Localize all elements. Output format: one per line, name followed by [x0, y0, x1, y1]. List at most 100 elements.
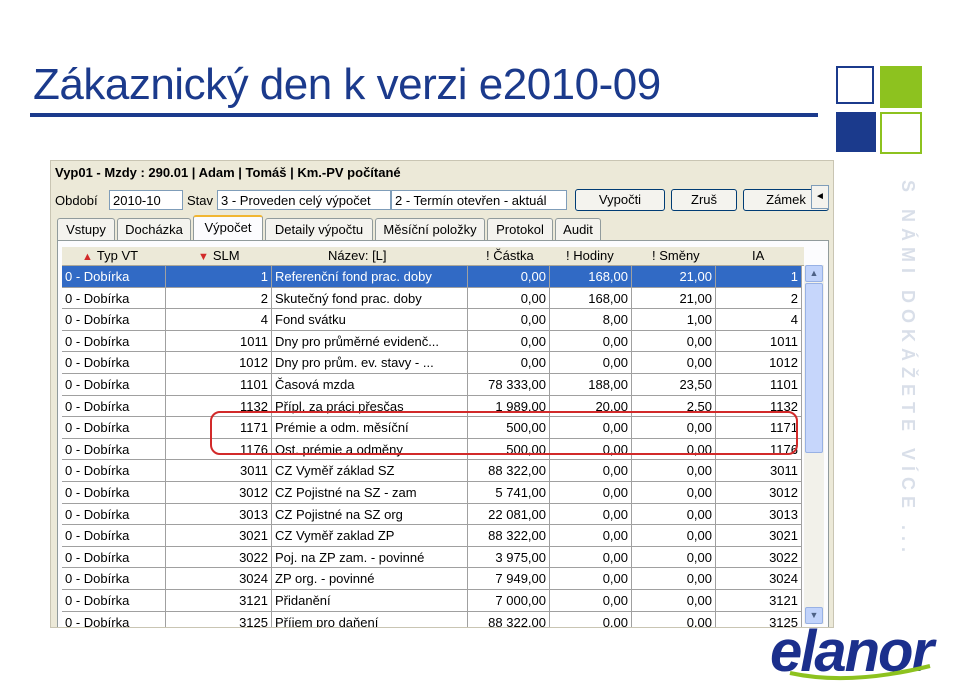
cell-slm: 1012: [166, 352, 272, 374]
elanor-logo: elanor: [770, 618, 940, 688]
table-row[interactable]: 0 - Dobírka 3024 ZP org. - povinné 7 949,00…: [62, 568, 804, 590]
cell-ia: 1011: [716, 330, 802, 353]
term-field[interactable]: 2 - Termín otevřen - aktuál: [391, 190, 567, 210]
period-field[interactable]: 2010-10: [109, 190, 183, 210]
cell-amount: 0,00: [468, 330, 550, 353]
highlight-frame: [210, 411, 798, 455]
cell-type: 0 - Dobírka: [62, 482, 166, 504]
cell-shifts: 23,50: [632, 374, 716, 396]
col-header-hours[interactable]: ! Hodiny: [566, 247, 626, 265]
slide-title: Zákaznický den k verzi e2010-09: [33, 60, 661, 109]
cell-slm: 3125: [166, 611, 272, 627]
table-row[interactable]: 0 - Dobírka 1 Referenční fond prac. doby 0,…: [62, 266, 804, 288]
cell-type: 0 - Dobírka: [62, 309, 166, 331]
table-row[interactable]: 0 - Dobírka 3125 Příjem pro daňení 88 322,0…: [62, 611, 804, 627]
cell-type: 0 - Dobírka: [62, 287, 166, 310]
cell-hours: 0,00: [550, 611, 632, 627]
cell-hours: 168,00: [550, 266, 632, 288]
col-header-amount[interactable]: ! Částka: [486, 247, 546, 265]
cell-name: Přidanění: [272, 590, 468, 612]
cell-hours: 0,00: [550, 568, 632, 590]
cell-hours: 0,00: [550, 546, 632, 569]
deco-square-outline-1: [836, 66, 874, 104]
table-row[interactable]: 0 - Dobírka 3022 Poj. na ZP zam. - povinné…: [62, 546, 804, 569]
cell-slm: 3011: [166, 460, 272, 482]
cell-type: 0 - Dobírka: [62, 417, 166, 439]
cell-ia: 3012: [716, 482, 802, 504]
cell-slm: 3022: [166, 546, 272, 569]
tab-monthly-items[interactable]: Měsíční položky: [375, 218, 485, 240]
cell-amount: 7 000,00: [468, 590, 550, 612]
cell-amount: 0,00: [468, 287, 550, 310]
cell-ia: 3011: [716, 460, 802, 482]
cell-amount: 3 975,00: [468, 546, 550, 569]
cell-name: CZ Pojistné na SZ org: [272, 503, 468, 526]
cell-type: 0 - Dobírka: [62, 266, 166, 288]
col-header-type[interactable]: ▲ Typ VT: [82, 247, 166, 265]
state-field[interactable]: 3 - Proveden celý výpočet: [217, 190, 391, 210]
cell-amount: 5 741,00: [468, 482, 550, 504]
col-header-ia[interactable]: IA: [752, 247, 782, 265]
calculate-button[interactable]: Vypočti: [575, 189, 665, 211]
cell-hours: 8,00: [550, 309, 632, 331]
table-row[interactable]: 0 - Dobírka 3012 CZ Pojistné na SZ - zam 5 …: [62, 482, 804, 504]
table-row[interactable]: 0 - Dobírka 4 Fond svátku 0,00 8,00 1,00 4: [62, 309, 804, 331]
scroll-down-icon[interactable]: ▼: [805, 607, 823, 624]
cell-shifts: 0,00: [632, 460, 716, 482]
cell-ia: 3022: [716, 546, 802, 569]
tab-calculation[interactable]: Výpočet: [193, 215, 263, 241]
tab-calc-details[interactable]: Detaily výpočtu: [265, 218, 373, 240]
cell-amount: 22 081,00: [468, 503, 550, 526]
table-row[interactable]: 0 - Dobírka 2 Skutečný fond prac. doby 0,00…: [62, 287, 804, 310]
table-row[interactable]: 0 - Dobírka 3121 Přidanění 7 000,00 0,00 0,00…: [62, 590, 804, 612]
cell-type: 0 - Dobírka: [62, 330, 166, 353]
cell-shifts: 0,00: [632, 525, 716, 547]
tab-protocol[interactable]: Protokol: [487, 218, 553, 240]
col-header-name[interactable]: Název: [L]: [328, 247, 438, 265]
col-header-shifts[interactable]: ! Směny: [652, 247, 712, 265]
cell-slm: 1: [166, 266, 272, 288]
cell-ia: 2: [716, 287, 802, 310]
table-row[interactable]: 0 - Dobírka 3013 CZ Pojistné na SZ org 22 0…: [62, 503, 804, 526]
cell-slm: 3024: [166, 568, 272, 590]
cell-type: 0 - Dobírka: [62, 546, 166, 569]
cell-hours: 188,00: [550, 374, 632, 396]
scroll-thumb[interactable]: [805, 283, 823, 453]
cell-name: Dny pro průměrné evidenč...: [272, 330, 468, 353]
cell-ia: 1: [716, 266, 802, 288]
cell-slm: 3021: [166, 525, 272, 547]
cell-hours: 0,00: [550, 503, 632, 526]
cell-shifts: 0,00: [632, 352, 716, 374]
col-header-slm[interactable]: ▼ SLM: [198, 247, 268, 265]
table-row[interactable]: 0 - Dobírka 1012 Dny pro prům. ev. stavy -…: [62, 352, 804, 374]
cell-slm: 2: [166, 287, 272, 310]
cell-shifts: 1,00: [632, 309, 716, 331]
cell-ia: 3021: [716, 525, 802, 547]
cell-name: Časová mzda: [272, 374, 468, 396]
vertical-scrollbar[interactable]: ▲ ▼: [804, 265, 824, 624]
cell-amount: 0,00: [468, 266, 550, 288]
scroll-up-icon[interactable]: ▲: [805, 265, 823, 282]
cell-hours: 0,00: [550, 590, 632, 612]
cancel-button[interactable]: Zruš: [671, 189, 737, 211]
cell-amount: 88 322,00: [468, 611, 550, 627]
cell-ia: 3013: [716, 503, 802, 526]
grid-header: ▲ Typ VT ▼ SLM Název: [L] ! Částka ! Hodin…: [62, 247, 804, 266]
cell-type: 0 - Dobírka: [62, 395, 166, 418]
cell-amount: 0,00: [468, 352, 550, 374]
tab-attendance[interactable]: Docházka: [117, 218, 191, 240]
tab-inputs[interactable]: Vstupy: [57, 218, 115, 240]
cell-shifts: 0,00: [632, 503, 716, 526]
cell-hours: 0,00: [550, 460, 632, 482]
table-row[interactable]: 0 - Dobírka 1101 Časová mzda 78 333,00 188,0…: [62, 374, 804, 396]
cell-name: Dny pro prům. ev. stavy - ...: [272, 352, 468, 374]
cell-shifts: 21,00: [632, 287, 716, 310]
table-row[interactable]: 0 - Dobírka 3021 CZ Vyměř zaklad ZP 88 322,…: [62, 525, 804, 547]
cell-hours: 0,00: [550, 482, 632, 504]
table-row[interactable]: 0 - Dobírka 1011 Dny pro průměrné evidenč.…: [62, 330, 804, 353]
tab-audit[interactable]: Audit: [555, 218, 601, 240]
cell-type: 0 - Dobírka: [62, 438, 166, 461]
table-row[interactable]: 0 - Dobírka 3011 CZ Vyměř základ SZ 88 322,…: [62, 460, 804, 482]
nav-left-icon[interactable]: ◄: [811, 185, 829, 209]
cell-ia: 1012: [716, 352, 802, 374]
